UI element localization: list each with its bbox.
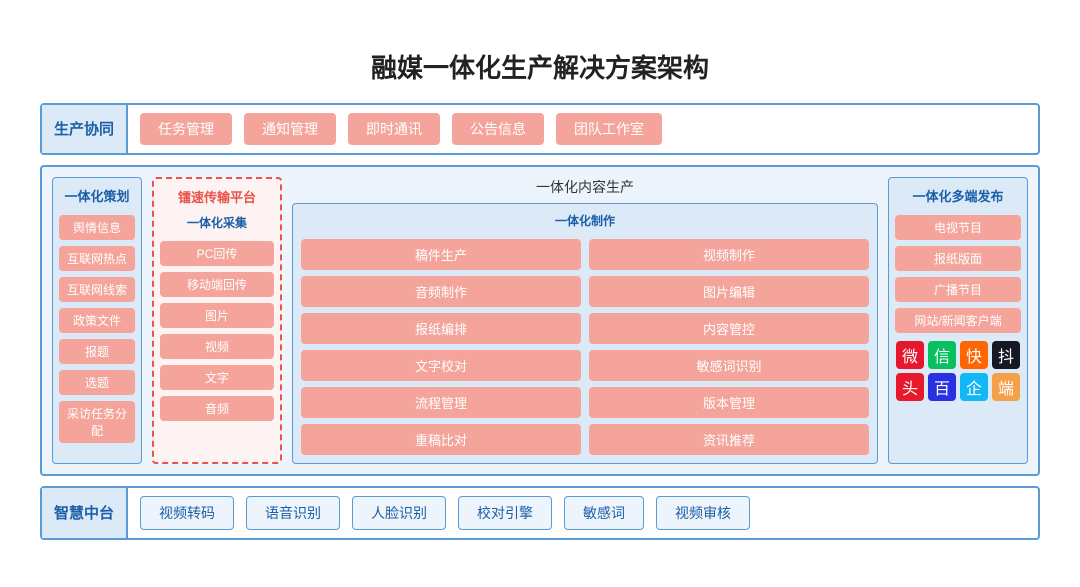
prod-left-1: 音频制作 (301, 276, 581, 307)
plan-item-4: 报题 (59, 339, 135, 364)
content-inner: 一体化制作 稿件生产 音频制作 报纸编排 文字校对 流程管理 重稿比对 视频制作 (292, 203, 878, 464)
transfer-column: 镭速传输平台 一体化采集 PC回传 移动端回传 图片 视频 文字 音频 (152, 177, 282, 464)
weibo-icon: 微 (896, 341, 924, 369)
prod-left-4: 流程管理 (301, 387, 581, 418)
prod-left-2: 报纸编排 (301, 313, 581, 344)
plan-title: 一体化策划 (64, 186, 129, 205)
tiktok-icon: 抖 (992, 341, 1020, 369)
plan-item-2: 互联网线索 (59, 277, 135, 302)
transfer-item-2: 图片 (160, 303, 274, 328)
coop-item-2: 即时通讯 (348, 113, 440, 145)
production-cooperation-items: 任务管理 通知管理 即时通讯 公告信息 团队工作室 (128, 105, 1038, 153)
coop-item-1: 通知管理 (244, 113, 336, 145)
production-title: 一体化制作 (555, 212, 615, 229)
app-icon: 端 (992, 373, 1020, 401)
qq-icon: 企 (960, 373, 988, 401)
prod-right-0: 视频制作 (589, 239, 869, 270)
smart-item-4: 敏感词 (564, 496, 644, 530)
smart-item-3: 校对引擎 (458, 496, 552, 530)
prod-left-5: 重稿比对 (301, 424, 581, 455)
smart-platform-items: 视频转码 语音识别 人脸识别 校对引擎 敏感词 视频审核 (128, 488, 1038, 538)
prod-right-3: 敏感词识别 (589, 350, 869, 381)
main-container: 融媒一体化生产解决方案架构 生产协同 任务管理 通知管理 即时通讯 公告信息 团… (30, 28, 1050, 560)
plan-item-3: 政策文件 (59, 308, 135, 333)
smart-item-1: 语音识别 (246, 496, 340, 530)
publish-title: 一体化多端发布 (912, 186, 1003, 205)
prod-right-2: 内容管控 (589, 313, 869, 344)
transfer-item-1: 移动端回传 (160, 272, 274, 297)
prod-right-5: 资讯推荐 (589, 424, 869, 455)
production-right: 视频制作 图片编辑 内容管控 敏感词识别 版本管理 资讯推荐 (589, 239, 869, 455)
publish-item-1: 报纸版面 (895, 246, 1021, 271)
smart-platform-row: 智慧中台 视频转码 语音识别 人脸识别 校对引擎 敏感词 视频审核 (40, 486, 1040, 540)
content-area: 一体化内容生产 一体化制作 稿件生产 音频制作 报纸编排 文字校对 流程管理 重… (292, 177, 878, 464)
prod-left-3: 文字校对 (301, 350, 581, 381)
main-content-area: 一体化策划 舆情信息 互联网热点 互联网线索 政策文件 报题 选题 采访任务分配… (40, 165, 1040, 476)
transfer-subtitle: 一体化采集 (187, 214, 247, 231)
production-cooperation-row: 生产协同 任务管理 通知管理 即时通讯 公告信息 团队工作室 (40, 103, 1040, 155)
plan-column: 一体化策划 舆情信息 互联网热点 互联网线索 政策文件 报题 选题 采访任务分配 (52, 177, 142, 464)
social-icons: 微 信 快 抖 头 百 企 端 (895, 341, 1021, 401)
plan-item-6: 采访任务分配 (59, 401, 135, 443)
coop-item-3: 公告信息 (452, 113, 544, 145)
prod-right-4: 版本管理 (589, 387, 869, 418)
transfer-item-4: 文字 (160, 365, 274, 390)
plan-item-1: 互联网热点 (59, 246, 135, 271)
smart-item-5: 视频审核 (656, 496, 750, 530)
smart-item-0: 视频转码 (140, 496, 234, 530)
prod-left-0: 稿件生产 (301, 239, 581, 270)
production-cooperation-label: 生产协同 (42, 105, 128, 153)
baidu-icon: 百 (928, 373, 956, 401)
kuaishou-icon: 快 (960, 341, 988, 369)
wechat-icon: 信 (928, 341, 956, 369)
publish-item-0: 电视节目 (895, 215, 1021, 240)
plan-item-5: 选题 (59, 370, 135, 395)
publish-column: 一体化多端发布 电视节目 报纸版面 广播节目 网站/新闻客户端 微 信 快 抖 … (888, 177, 1028, 464)
transfer-item-3: 视频 (160, 334, 274, 359)
plan-item-0: 舆情信息 (59, 215, 135, 240)
production-left: 稿件生产 音频制作 报纸编排 文字校对 流程管理 重稿比对 (301, 239, 581, 455)
coop-item-4: 团队工作室 (556, 113, 662, 145)
coop-item-0: 任务管理 (140, 113, 232, 145)
content-area-title: 一体化内容生产 (292, 177, 878, 197)
publish-item-2: 广播节目 (895, 277, 1021, 302)
publish-item-3: 网站/新闻客户端 (895, 308, 1021, 333)
smart-item-2: 人脸识别 (352, 496, 446, 530)
transfer-item-0: PC回传 (160, 241, 274, 266)
smart-platform-label: 智慧中台 (42, 488, 128, 538)
transfer-item-5: 音频 (160, 396, 274, 421)
prod-right-1: 图片编辑 (589, 276, 869, 307)
transfer-title: 镭速传输平台 (178, 187, 256, 206)
page-title: 融媒一体化生产解决方案架构 (40, 48, 1040, 85)
toutiao-icon: 头 (896, 373, 924, 401)
